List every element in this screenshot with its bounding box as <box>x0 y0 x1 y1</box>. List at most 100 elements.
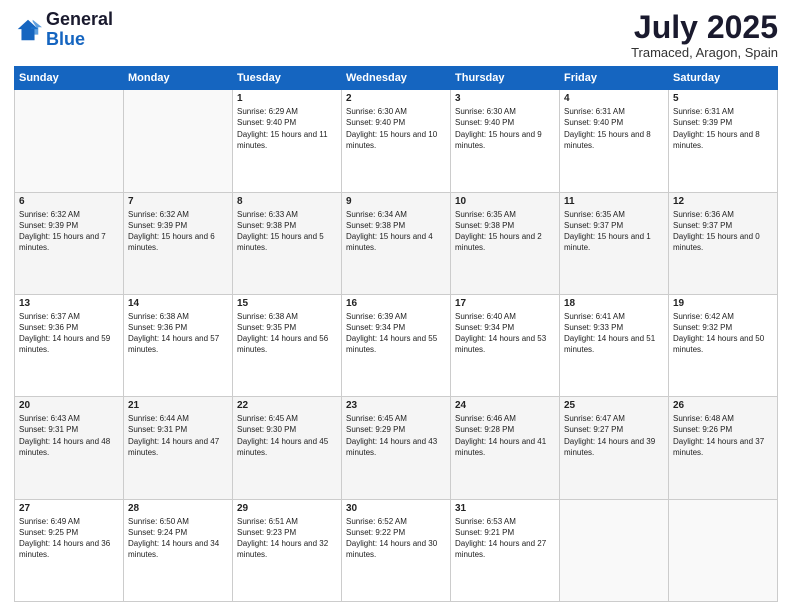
calendar-week-row: 1 Sunrise: 6:29 AMSunset: 9:40 PMDaylight… <box>15 90 778 192</box>
col-thursday: Thursday <box>451 67 560 90</box>
day-number: 30 <box>346 503 446 514</box>
month-title: July 2025 <box>631 10 778 45</box>
table-row: 12 Sunrise: 6:36 AMSunset: 9:37 PMDayligh… <box>669 192 778 294</box>
col-friday: Friday <box>560 67 669 90</box>
day-info: Sunrise: 6:50 AMSunset: 9:24 PMDaylight:… <box>128 516 228 561</box>
logo: General Blue <box>14 10 113 50</box>
day-info: Sunrise: 6:30 AMSunset: 9:40 PMDaylight:… <box>455 106 555 151</box>
day-info: Sunrise: 6:33 AMSunset: 9:38 PMDaylight:… <box>237 209 337 254</box>
table-row: 4 Sunrise: 6:31 AMSunset: 9:40 PMDaylight… <box>560 90 669 192</box>
day-number: 18 <box>564 298 664 309</box>
day-info: Sunrise: 6:38 AMSunset: 9:36 PMDaylight:… <box>128 311 228 356</box>
day-number: 11 <box>564 196 664 207</box>
day-info: Sunrise: 6:45 AMSunset: 9:30 PMDaylight:… <box>237 413 337 458</box>
table-row: 22Sunrise: 6:45 AMSunset: 9:30 PMDayligh… <box>233 397 342 499</box>
day-number: 12 <box>673 196 773 207</box>
table-row: 8 Sunrise: 6:33 AMSunset: 9:38 PMDaylight… <box>233 192 342 294</box>
page: General Blue July 2025 Tramaced, Aragon,… <box>0 0 792 612</box>
day-number: 26 <box>673 400 773 411</box>
day-info: Sunrise: 6:44 AMSunset: 9:31 PMDaylight:… <box>128 413 228 458</box>
table-row: 2 Sunrise: 6:30 AMSunset: 9:40 PMDaylight… <box>342 90 451 192</box>
day-info: Sunrise: 6:36 AMSunset: 9:37 PMDaylight:… <box>673 209 773 254</box>
header: General Blue July 2025 Tramaced, Aragon,… <box>14 10 778 60</box>
col-wednesday: Wednesday <box>342 67 451 90</box>
table-row: 26 Sunrise: 6:48 AMSunset: 9:26 PMDayligh… <box>669 397 778 499</box>
calendar-week-row: 6 Sunrise: 6:32 AMSunset: 9:39 PMDaylight… <box>15 192 778 294</box>
day-info: Sunrise: 6:53 AMSunset: 9:21 PMDaylight:… <box>455 516 555 561</box>
day-info: Sunrise: 6:35 AMSunset: 9:37 PMDaylight:… <box>564 209 664 254</box>
day-info: Sunrise: 6:42 AMSunset: 9:32 PMDaylight:… <box>673 311 773 356</box>
day-info: Sunrise: 6:40 AMSunset: 9:34 PMDaylight:… <box>455 311 555 356</box>
day-number: 5 <box>673 93 773 104</box>
table-row: 15Sunrise: 6:38 AMSunset: 9:35 PMDayligh… <box>233 294 342 396</box>
day-info: Sunrise: 6:32 AMSunset: 9:39 PMDaylight:… <box>128 209 228 254</box>
title-block: July 2025 Tramaced, Aragon, Spain <box>631 10 778 60</box>
table-row: 10 Sunrise: 6:35 AMSunset: 9:38 PMDayligh… <box>451 192 560 294</box>
day-info: Sunrise: 6:29 AMSunset: 9:40 PMDaylight:… <box>237 106 337 151</box>
day-number: 16 <box>346 298 446 309</box>
table-row: 21 Sunrise: 6:44 AMSunset: 9:31 PMDayligh… <box>124 397 233 499</box>
day-number: 23 <box>346 400 446 411</box>
table-row: 18 Sunrise: 6:41 AMSunset: 9:33 PMDayligh… <box>560 294 669 396</box>
calendar-week-row: 27 Sunrise: 6:49 AMSunset: 9:25 PMDayligh… <box>15 499 778 601</box>
day-info: Sunrise: 6:30 AMSunset: 9:40 PMDaylight:… <box>346 106 446 151</box>
day-info: Sunrise: 6:31 AMSunset: 9:40 PMDaylight:… <box>564 106 664 151</box>
location-subtitle: Tramaced, Aragon, Spain <box>631 45 778 60</box>
table-row <box>560 499 669 601</box>
calendar-header-row: Sunday Monday Tuesday Wednesday Thursday… <box>15 67 778 90</box>
table-row: 28 Sunrise: 6:50 AMSunset: 9:24 PMDayligh… <box>124 499 233 601</box>
day-info: Sunrise: 6:34 AMSunset: 9:38 PMDaylight:… <box>346 209 446 254</box>
day-number: 2 <box>346 93 446 104</box>
day-number: 21 <box>128 400 228 411</box>
calendar-week-row: 13Sunrise: 6:37 AMSunset: 9:36 PMDayligh… <box>15 294 778 396</box>
day-number: 29 <box>237 503 337 514</box>
table-row <box>669 499 778 601</box>
day-info: Sunrise: 6:39 AMSunset: 9:34 PMDaylight:… <box>346 311 446 356</box>
table-row: 30 Sunrise: 6:52 AMSunset: 9:22 PMDayligh… <box>342 499 451 601</box>
table-row: 1 Sunrise: 6:29 AMSunset: 9:40 PMDaylight… <box>233 90 342 192</box>
day-number: 25 <box>564 400 664 411</box>
day-number: 27 <box>19 503 119 514</box>
table-row: 11 Sunrise: 6:35 AMSunset: 9:37 PMDayligh… <box>560 192 669 294</box>
calendar-week-row: 20 Sunrise: 6:43 AMSunset: 9:31 PMDayligh… <box>15 397 778 499</box>
col-monday: Monday <box>124 67 233 90</box>
day-info: Sunrise: 6:43 AMSunset: 9:31 PMDaylight:… <box>19 413 119 458</box>
col-tuesday: Tuesday <box>233 67 342 90</box>
day-info: Sunrise: 6:35 AMSunset: 9:38 PMDaylight:… <box>455 209 555 254</box>
table-row: 6 Sunrise: 6:32 AMSunset: 9:39 PMDaylight… <box>15 192 124 294</box>
col-saturday: Saturday <box>669 67 778 90</box>
day-info: Sunrise: 6:52 AMSunset: 9:22 PMDaylight:… <box>346 516 446 561</box>
day-number: 31 <box>455 503 555 514</box>
table-row: 3Sunrise: 6:30 AMSunset: 9:40 PMDaylight… <box>451 90 560 192</box>
table-row: 25 Sunrise: 6:47 AMSunset: 9:27 PMDayligh… <box>560 397 669 499</box>
day-number: 19 <box>673 298 773 309</box>
table-row: 17 Sunrise: 6:40 AMSunset: 9:34 PMDayligh… <box>451 294 560 396</box>
day-number: 20 <box>19 400 119 411</box>
day-info: Sunrise: 6:47 AMSunset: 9:27 PMDaylight:… <box>564 413 664 458</box>
table-row: 29 Sunrise: 6:51 AMSunset: 9:23 PMDayligh… <box>233 499 342 601</box>
day-number: 28 <box>128 503 228 514</box>
table-row: 31 Sunrise: 6:53 AMSunset: 9:21 PMDayligh… <box>451 499 560 601</box>
day-info: Sunrise: 6:32 AMSunset: 9:39 PMDaylight:… <box>19 209 119 254</box>
day-info: Sunrise: 6:38 AMSunset: 9:35 PMDaylight:… <box>237 311 337 356</box>
day-number: 6 <box>19 196 119 207</box>
day-info: Sunrise: 6:45 AMSunset: 9:29 PMDaylight:… <box>346 413 446 458</box>
day-number: 7 <box>128 196 228 207</box>
day-number: 1 <box>237 93 337 104</box>
day-info: Sunrise: 6:48 AMSunset: 9:26 PMDaylight:… <box>673 413 773 458</box>
day-info: Sunrise: 6:31 AMSunset: 9:39 PMDaylight:… <box>673 106 773 151</box>
day-info: Sunrise: 6:51 AMSunset: 9:23 PMDaylight:… <box>237 516 337 561</box>
table-row <box>124 90 233 192</box>
day-info: Sunrise: 6:41 AMSunset: 9:33 PMDaylight:… <box>564 311 664 356</box>
logo-blue: Blue <box>46 29 85 49</box>
day-number: 8 <box>237 196 337 207</box>
day-number: 10 <box>455 196 555 207</box>
table-row: 13Sunrise: 6:37 AMSunset: 9:36 PMDayligh… <box>15 294 124 396</box>
day-number: 24 <box>455 400 555 411</box>
day-info: Sunrise: 6:49 AMSunset: 9:25 PMDaylight:… <box>19 516 119 561</box>
table-row: 5 Sunrise: 6:31 AMSunset: 9:39 PMDaylight… <box>669 90 778 192</box>
day-number: 4 <box>564 93 664 104</box>
table-row: 23 Sunrise: 6:45 AMSunset: 9:29 PMDayligh… <box>342 397 451 499</box>
day-number: 17 <box>455 298 555 309</box>
logo-text: General Blue <box>46 10 113 50</box>
